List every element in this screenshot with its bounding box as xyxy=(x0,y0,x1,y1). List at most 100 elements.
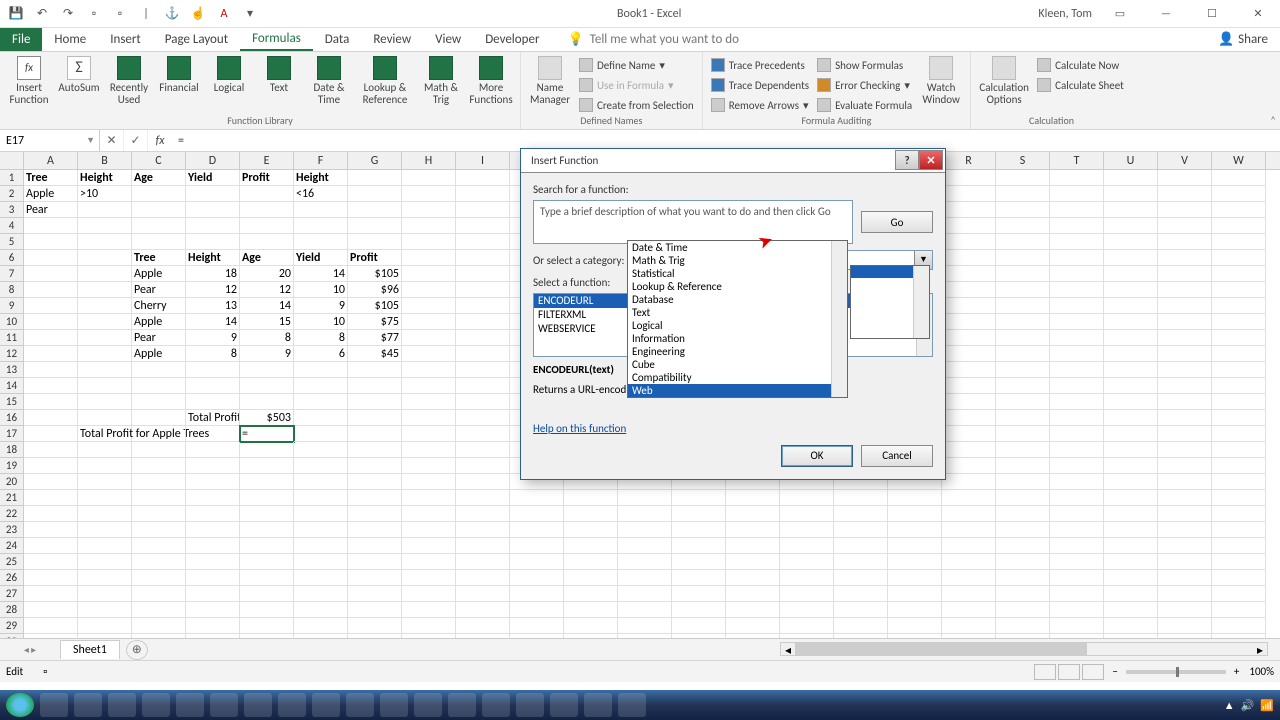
cell[interactable] xyxy=(1212,426,1266,442)
row-header[interactable]: 16 xyxy=(0,410,24,426)
cell[interactable] xyxy=(240,554,294,570)
cell[interactable] xyxy=(240,218,294,234)
enter-formula-icon[interactable]: ✓ xyxy=(124,130,148,151)
cell[interactable] xyxy=(402,282,456,298)
cell[interactable] xyxy=(942,314,996,330)
cell[interactable] xyxy=(942,522,996,538)
cell[interactable] xyxy=(672,554,726,570)
cell[interactable] xyxy=(240,522,294,538)
cell[interactable] xyxy=(834,570,888,586)
cell[interactable]: Pear xyxy=(132,282,186,298)
cell[interactable] xyxy=(78,218,132,234)
cell[interactable] xyxy=(402,202,456,218)
tab-home[interactable]: Home xyxy=(42,28,98,51)
cell[interactable] xyxy=(186,426,240,442)
cell[interactable] xyxy=(1050,586,1104,602)
show-formulas-button[interactable]: Show Formulas xyxy=(815,56,914,74)
dialog-close-icon[interactable]: ✕ xyxy=(919,150,943,170)
cell[interactable] xyxy=(780,570,834,586)
cell[interactable] xyxy=(1050,186,1104,202)
cell[interactable] xyxy=(942,602,996,618)
cell[interactable] xyxy=(24,570,78,586)
define-name-button[interactable]: Define Name ▾ xyxy=(577,56,696,74)
cell[interactable] xyxy=(942,282,996,298)
cell[interactable] xyxy=(942,442,996,458)
cell[interactable] xyxy=(132,458,186,474)
qat-font-color-icon[interactable]: A xyxy=(214,4,234,24)
cell[interactable]: 14 xyxy=(240,298,294,314)
cell[interactable] xyxy=(942,410,996,426)
row-header[interactable]: 8 xyxy=(0,282,24,298)
cell[interactable] xyxy=(672,538,726,554)
cell[interactable] xyxy=(24,506,78,522)
cell[interactable] xyxy=(1050,202,1104,218)
cell[interactable] xyxy=(402,570,456,586)
cell[interactable] xyxy=(780,490,834,506)
cell[interactable] xyxy=(1158,426,1212,442)
cell[interactable] xyxy=(78,346,132,362)
cell[interactable] xyxy=(996,426,1050,442)
cell[interactable] xyxy=(132,186,186,202)
cell[interactable] xyxy=(1158,250,1212,266)
cell[interactable]: Apple xyxy=(24,186,78,202)
cell[interactable] xyxy=(456,618,510,634)
cell[interactable] xyxy=(240,586,294,602)
cell[interactable] xyxy=(24,346,78,362)
cell[interactable] xyxy=(1050,170,1104,186)
tab-formulas[interactable]: Formulas xyxy=(240,28,313,51)
cell[interactable] xyxy=(240,538,294,554)
cell[interactable] xyxy=(726,490,780,506)
cell[interactable] xyxy=(348,394,402,410)
cell[interactable] xyxy=(132,506,186,522)
cell[interactable] xyxy=(24,314,78,330)
cell[interactable] xyxy=(996,522,1050,538)
cell[interactable]: 9 xyxy=(186,330,240,346)
financial-button[interactable]: Financial xyxy=(156,56,202,94)
cell[interactable]: $45 xyxy=(348,346,402,362)
add-sheet-button[interactable]: ⊕ xyxy=(126,640,148,660)
cell[interactable] xyxy=(186,202,240,218)
cell[interactable] xyxy=(942,346,996,362)
column-header[interactable]: U xyxy=(1104,152,1158,169)
cell[interactable]: Cherry xyxy=(132,298,186,314)
cell[interactable] xyxy=(132,618,186,634)
cell[interactable]: Apple xyxy=(132,266,186,282)
cell[interactable] xyxy=(834,554,888,570)
row-header[interactable]: 27 xyxy=(0,586,24,602)
zoom-out-icon[interactable]: − xyxy=(1112,665,1117,678)
sheet-tab[interactable]: Sheet1 xyxy=(60,640,120,659)
cell[interactable] xyxy=(564,602,618,618)
taskbar-app[interactable] xyxy=(448,693,476,717)
cell[interactable] xyxy=(1212,346,1266,362)
cell[interactable] xyxy=(402,186,456,202)
cell[interactable] xyxy=(78,378,132,394)
cell[interactable] xyxy=(24,586,78,602)
cell[interactable] xyxy=(402,330,456,346)
taskbar-app[interactable] xyxy=(414,693,442,717)
cell[interactable] xyxy=(780,538,834,554)
cell[interactable] xyxy=(294,506,348,522)
cell[interactable]: Height xyxy=(294,170,348,186)
category-item[interactable]: Engineering xyxy=(628,345,847,358)
cell[interactable] xyxy=(78,266,132,282)
cell[interactable] xyxy=(1104,314,1158,330)
row-header[interactable]: 26 xyxy=(0,570,24,586)
cell[interactable] xyxy=(1212,202,1266,218)
cell[interactable] xyxy=(996,186,1050,202)
cell[interactable] xyxy=(186,570,240,586)
cell[interactable] xyxy=(1050,506,1104,522)
cell[interactable] xyxy=(402,554,456,570)
cell[interactable] xyxy=(672,602,726,618)
cell[interactable] xyxy=(402,506,456,522)
cell[interactable] xyxy=(24,282,78,298)
cell[interactable]: = xyxy=(240,426,294,442)
cell[interactable] xyxy=(132,442,186,458)
cell[interactable] xyxy=(240,394,294,410)
cell[interactable] xyxy=(618,618,672,634)
cell[interactable] xyxy=(1212,362,1266,378)
cell[interactable] xyxy=(1104,346,1158,362)
cell[interactable] xyxy=(1104,538,1158,554)
cell[interactable] xyxy=(942,186,996,202)
cell[interactable] xyxy=(1158,570,1212,586)
cell[interactable] xyxy=(1050,570,1104,586)
